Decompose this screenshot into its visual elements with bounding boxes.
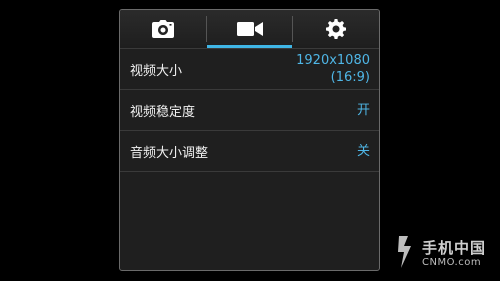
camera-icon (151, 20, 174, 38)
tab-video[interactable] (206, 10, 293, 48)
setting-video-stabilization[interactable]: 视频稳定度 开 (120, 90, 379, 131)
video-aspect-ratio-value: (16:9) (330, 70, 370, 85)
video-camera-icon (236, 21, 263, 37)
screen: 视频大小 1920x1080 (16:9) 视频稳定度 开 音频大小调整 关 手… (0, 0, 500, 281)
setting-video-size[interactable]: 视频大小 1920x1080 (16:9) (120, 49, 379, 90)
watermark-logo: 手机中国 CNMO.com (396, 234, 492, 274)
setting-audio-zoom[interactable]: 音频大小调整 关 (120, 131, 379, 172)
setting-value: 开 (356, 102, 370, 118)
settings-tab-bar (120, 10, 379, 49)
watermark-title: 手机中国 (422, 239, 487, 257)
tab-camera[interactable] (120, 10, 206, 48)
tab-settings[interactable] (293, 10, 379, 48)
camera-settings-panel: 视频大小 1920x1080 (16:9) 视频稳定度 开 音频大小调整 关 (119, 9, 380, 271)
active-tab-indicator (206, 45, 293, 48)
watermark-emblem-icon (398, 236, 411, 268)
video-settings-list: 视频大小 1920x1080 (16:9) 视频稳定度 开 音频大小调整 关 (120, 49, 379, 172)
video-resolution-value: 1920x1080 (296, 53, 370, 68)
setting-label: 音频大小调整 (130, 145, 209, 161)
gear-icon (326, 19, 347, 39)
setting-label: 视频稳定度 (130, 104, 196, 120)
setting-label: 视频大小 (130, 63, 183, 79)
setting-value: 1920x1080 (16:9) (296, 52, 370, 86)
watermark-subtitle: CNMO.com (422, 257, 482, 268)
setting-value: 关 (356, 143, 370, 159)
